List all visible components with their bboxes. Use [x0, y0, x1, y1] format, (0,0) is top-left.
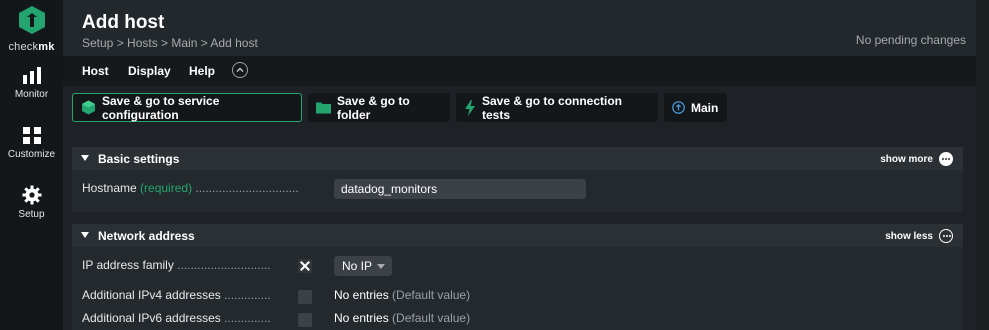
- ip-family-label: IP address family ......................…: [82, 258, 271, 272]
- ipv4-label: Additional IPv4 addresses ..............: [82, 288, 271, 302]
- override-checkbox-checked[interactable]: [298, 259, 312, 273]
- ellipsis-circle-icon: [939, 152, 953, 166]
- sidebar-item-customize[interactable]: Customize: [0, 126, 63, 160]
- show-more-toggle[interactable]: show more: [880, 152, 953, 166]
- pending-changes[interactable]: No pending changes: [856, 33, 966, 47]
- menu-host[interactable]: Host: [82, 64, 109, 78]
- sidebar: checkmk Monitor Customize Setup: [0, 0, 63, 330]
- checkmk-logo-icon: [18, 6, 45, 34]
- ellipsis-circle-icon: [939, 229, 953, 243]
- ip-family-select[interactable]: No IP: [334, 256, 392, 276]
- main-button[interactable]: Main: [664, 93, 727, 122]
- cube-icon: [82, 100, 95, 115]
- hostname-label: Hostname (required) ....................…: [82, 181, 299, 195]
- ipv6-override-checkbox[interactable]: [298, 313, 312, 327]
- save-connection-tests-button[interactable]: Save & go to connection tests: [456, 93, 658, 122]
- sidebar-item-monitor[interactable]: Monitor: [0, 67, 63, 100]
- caret-down-icon[interactable]: [81, 155, 89, 161]
- section-title: Network address: [98, 229, 195, 243]
- lightning-icon: [465, 99, 475, 116]
- ipv4-override-checkbox[interactable]: [298, 290, 312, 304]
- bar-chart-icon: [22, 67, 41, 84]
- dropdown-arrow-icon: [377, 264, 385, 269]
- section-network-address-header[interactable]: Network address show less: [72, 224, 963, 247]
- section-basic-settings-header[interactable]: Basic settings show more: [72, 147, 963, 170]
- show-less-toggle[interactable]: show less: [885, 229, 953, 243]
- breadcrumb[interactable]: Setup > Hosts > Main > Add host: [82, 36, 258, 50]
- scrollbar-track[interactable]: [976, 0, 989, 330]
- save-service-config-button[interactable]: Save & go to service configuration: [72, 93, 302, 122]
- sidebar-item-label: Setup: [18, 209, 45, 220]
- sidebar-item-setup[interactable]: Setup: [0, 185, 63, 220]
- checkmk-logo[interactable]: checkmk: [0, 6, 63, 53]
- page-title: Add host: [82, 12, 165, 33]
- caret-down-icon[interactable]: [81, 232, 89, 238]
- logo-text: checkmk: [8, 41, 55, 53]
- ipv4-value: No entries (Default value): [334, 288, 471, 302]
- menu-help[interactable]: Help: [189, 64, 215, 78]
- ipv6-label: Additional IPv6 addresses ..............: [82, 311, 271, 325]
- grid-icon: [22, 127, 41, 144]
- save-folder-button[interactable]: Save & go to folder: [308, 93, 450, 122]
- page-header: Add host Setup > Hosts > Main > Add host…: [63, 0, 976, 56]
- arrow-up-circle-icon: [672, 101, 685, 114]
- chevron-up-circle-icon[interactable]: [232, 62, 248, 78]
- gear-icon: [22, 185, 41, 205]
- sidebar-item-label: Monitor: [14, 89, 49, 100]
- menu-bar: Host Display Help: [63, 56, 976, 86]
- ipv6-value: No entries (Default value): [334, 311, 471, 325]
- folder-icon: [316, 102, 331, 114]
- sidebar-item-label: Customize: [7, 149, 56, 160]
- menu-display[interactable]: Display: [128, 64, 171, 78]
- hostname-input[interactable]: datadog_monitors: [334, 179, 586, 199]
- required-marker: (required): [140, 181, 193, 195]
- section-title: Basic settings: [98, 152, 180, 166]
